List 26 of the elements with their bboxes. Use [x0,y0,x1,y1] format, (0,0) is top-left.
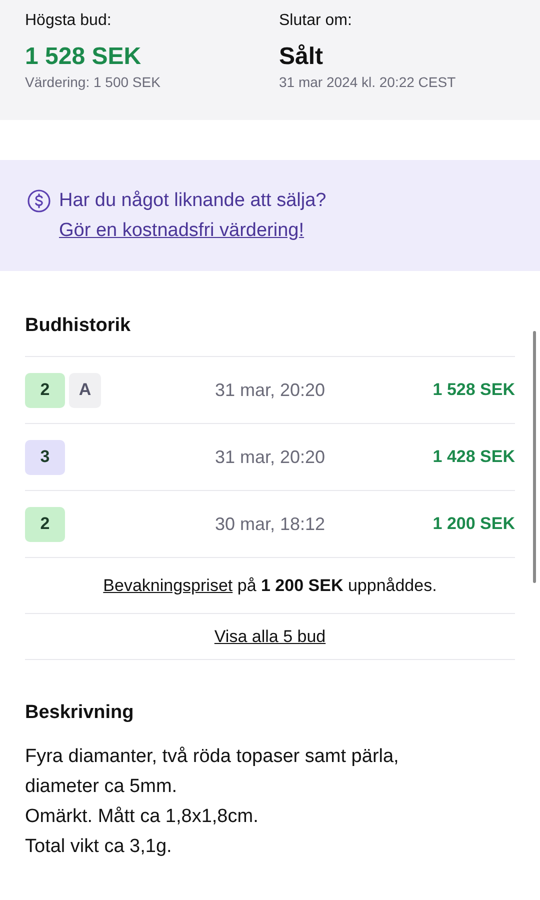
bid-time: 31 mar, 20:20 [214,446,326,468]
reserve-note: Bevakningspriset på 1 200 SEK uppnåddes. [103,576,437,596]
auto-bid-badge: A [69,372,101,408]
summary-note: Värdering: 1 500 SEK [25,74,162,90]
bid-time: 30 mar, 18:12 [214,514,326,534]
summary-label: Slutar om: [279,11,353,31]
section-title: Beskrivning [25,701,135,725]
show-all-bids-link[interactable]: Visa alla 5 bud [214,626,326,646]
bidder-badge: 3 [25,440,65,474]
bid-amount: 1 528 SEK [432,380,515,400]
bid-time: 31 mar, 20:20 [214,380,326,400]
bidder-badge: 2 [25,372,65,408]
valuation-link[interactable]: Gör en kostnadsfri värdering! [59,216,304,246]
summary-value: Sålt [279,42,324,72]
description-text: Fyra diamanter, två röda topaser samt pärla, diameter ca 5mm. Omärkt. Mått ca 1,8x1,8cm. Total vikt ca 3,1g. [25,745,400,859]
summary-label: Högsta bud: [25,11,112,31]
scrollbar[interactable] [533,331,536,583]
bid-amount: 1 428 SEK [432,447,515,467]
reserve-price-link[interactable]: Bevakningspriset [103,576,233,594]
summary-value: 1 528 SEK [25,42,142,72]
promo-text: Har du något liknande att sälja? [59,189,326,213]
dollar-icon [27,189,51,213]
bid-amount: 1 200 SEK [432,514,515,534]
section-title: Budhistorik [25,314,132,338]
summary-note: 31 mar 2024 kl. 20:22 CEST [279,74,457,90]
bidder-badge: 2 [25,506,65,542]
